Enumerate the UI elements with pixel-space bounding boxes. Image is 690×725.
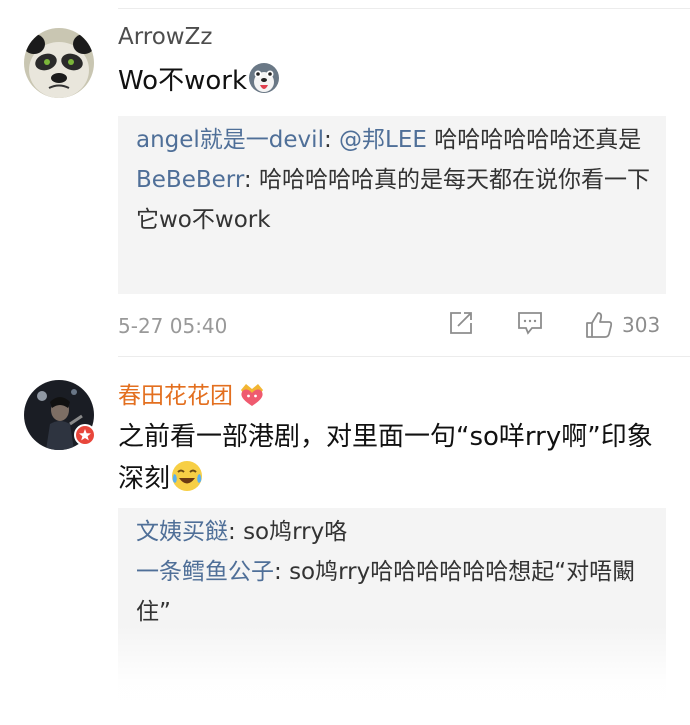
timestamp: 5-27 05:40 — [118, 314, 228, 338]
reply-item[interactable]: BeBeBerr: 哈哈哈哈哈真的是每天都在说你看一下它wo不work — [136, 160, 650, 240]
reply-item[interactable]: 文姨买餸: so鸠rry咯 — [136, 512, 650, 552]
comment-icon[interactable] — [516, 310, 544, 336]
reply-item[interactable]: angel就是一devil: @邦LEE 哈哈哈哈哈哈还真是 — [136, 120, 650, 160]
username[interactable]: 春田花花团 — [118, 383, 233, 409]
comment-meta: 5-27 05:40 303 — [118, 312, 666, 344]
bottom-fade — [0, 625, 690, 725]
comment-text: Wo不work — [118, 60, 656, 102]
crown-heart-badge-icon — [241, 384, 263, 406]
top-divider — [118, 8, 690, 9]
comment-divider — [118, 356, 690, 357]
comment-text: 之前看一部港剧，对里面一句“so咩rry啊”印象深刻 — [118, 422, 653, 494]
username[interactable]: ArrowZz — [118, 24, 212, 50]
husky-tongue-emoji-icon — [249, 63, 280, 93]
reply-username[interactable]: 文姨买餸 — [136, 519, 228, 545]
thumbs-up-icon — [586, 312, 613, 338]
reply-mention[interactable]: @邦LEE — [339, 127, 427, 153]
avatar[interactable] — [24, 28, 94, 98]
like-button[interactable]: 303 — [584, 310, 660, 340]
reply-text: 哈哈哈哈哈哈还真是 — [426, 127, 642, 153]
laughing-crying-emoji-icon — [172, 461, 203, 491]
reply-username[interactable]: 一条鳕鱼公子 — [136, 559, 274, 585]
reply-username[interactable]: angel就是一devil — [136, 127, 324, 153]
reply-username[interactable]: BeBeBerr — [136, 167, 244, 193]
reply-box[interactable]: angel就是一devil: @邦LEE 哈哈哈哈哈哈还真是 BeBeBerr:… — [118, 116, 666, 294]
username-row: 春田花花团 — [118, 376, 267, 410]
reply-item[interactable]: 一条鳕鱼公子: so鸠rry哈哈哈哈哈哈想起“对唔闞住” — [136, 552, 650, 632]
share-icon[interactable] — [448, 310, 474, 336]
reply-text: so鸠rry咯 — [243, 519, 348, 545]
verified-badge-icon — [74, 424, 96, 446]
comment-item: ArrowZz Wo不work angel就是一devil: @邦LEE 哈哈哈… — [0, 18, 690, 358]
like-count: 303 — [622, 313, 661, 337]
